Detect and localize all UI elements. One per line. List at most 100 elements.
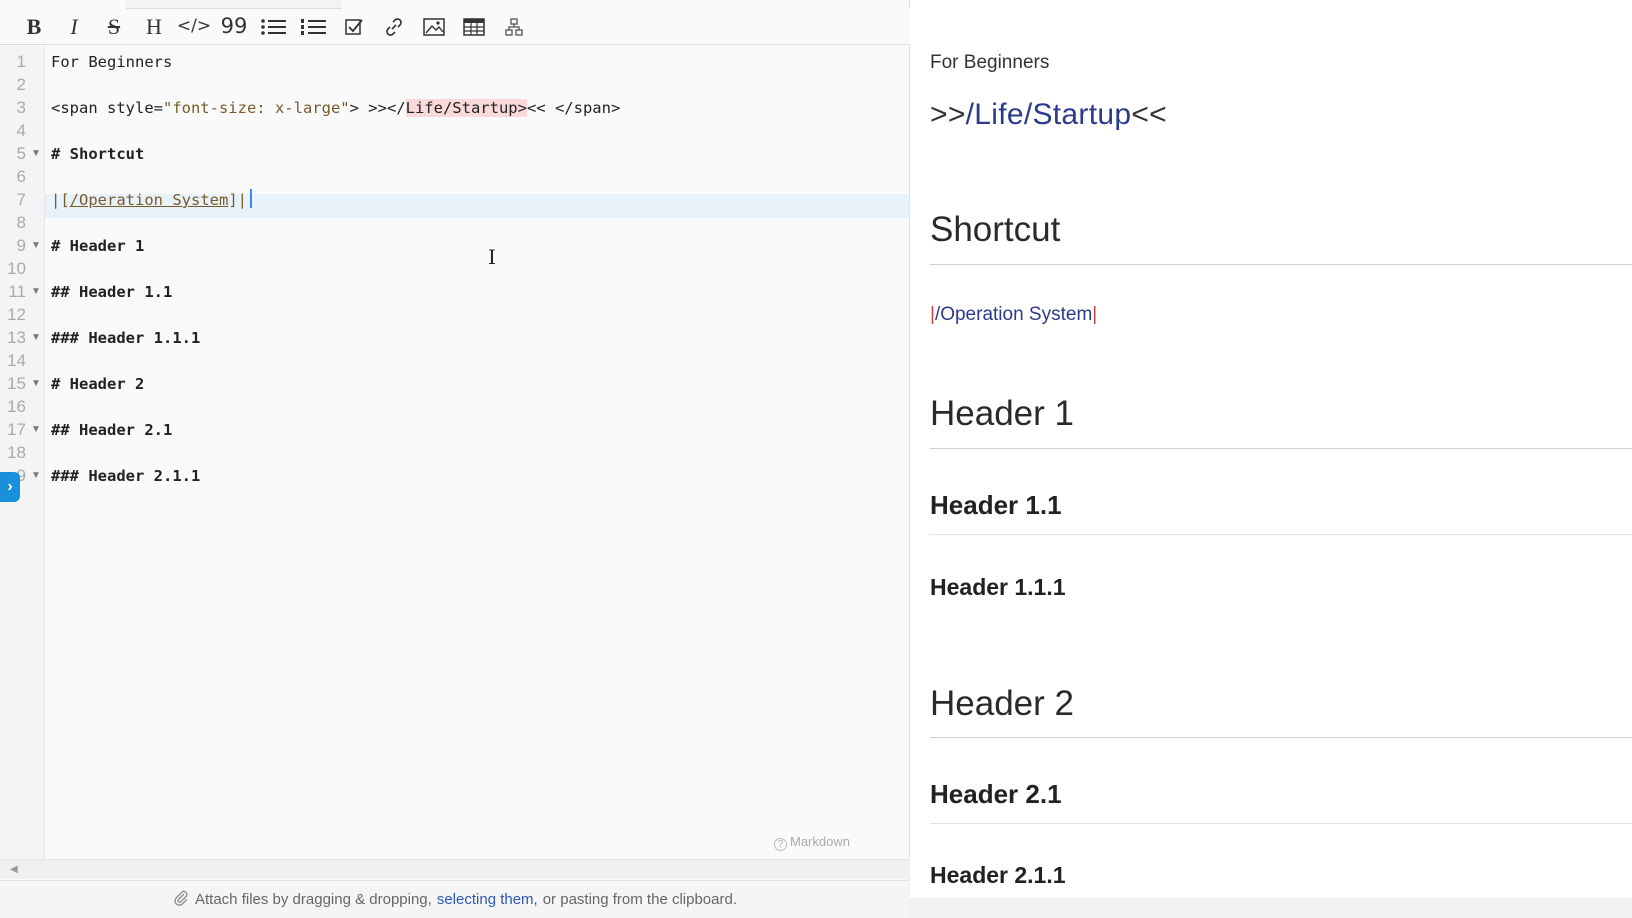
quote-button[interactable]: 99 bbox=[214, 12, 254, 42]
preview-heading-2-1: Header 2.1 bbox=[930, 779, 1062, 809]
bullet-list-button[interactable] bbox=[254, 12, 294, 42]
text-caret bbox=[249, 189, 252, 208]
select-files-link[interactable]: selecting them, bbox=[437, 891, 538, 908]
task-list-button[interactable] bbox=[334, 12, 374, 42]
italic-icon: I bbox=[70, 13, 78, 39]
image-button[interactable] bbox=[414, 12, 454, 42]
heading-rule bbox=[930, 737, 1632, 738]
line-number: 17 bbox=[7, 420, 26, 439]
diagram-button[interactable] bbox=[494, 12, 534, 42]
chevron-right-icon: › bbox=[7, 478, 13, 495]
fold-arrow-icon[interactable]: ▼ bbox=[31, 372, 41, 396]
heading-rule bbox=[930, 823, 1632, 824]
line-number-gutter: 1 2 3 4 5 ▼ 6 7 8 9 ▼ 10 11 ▼ 12 13 ▼ 14… bbox=[0, 46, 45, 859]
heading-rule bbox=[930, 534, 1632, 535]
line-number: 3 bbox=[16, 98, 26, 117]
sidebar-toggle-button[interactable]: › bbox=[0, 472, 20, 502]
code-line: ### Header 2.1.1 bbox=[51, 467, 201, 485]
table-icon bbox=[463, 17, 485, 36]
line-number: 8 bbox=[16, 213, 26, 232]
checkbox-icon bbox=[345, 18, 363, 35]
preview-paragraph: For Beginners bbox=[930, 52, 1050, 73]
code-line: For Beginners bbox=[51, 53, 173, 71]
editor-toolbar: B I S H </> 99 bbox=[0, 9, 910, 45]
line-number: 18 bbox=[7, 443, 26, 462]
diagram-icon bbox=[505, 17, 523, 36]
link-icon bbox=[386, 17, 402, 36]
link-button[interactable] bbox=[374, 12, 414, 42]
preview-heading-1-1-1: Header 1.1.1 bbox=[930, 574, 1066, 600]
preview-link-paragraph: |/Operation System| bbox=[930, 304, 1098, 325]
paperclip-icon bbox=[173, 890, 189, 910]
table-button[interactable] bbox=[454, 12, 494, 42]
markdown-editor[interactable]: For Beginners <span style="font-size: x-… bbox=[45, 46, 909, 859]
fold-arrow-icon[interactable]: ▼ bbox=[31, 326, 41, 350]
preview-heading-shortcut: Shortcut bbox=[930, 210, 1061, 249]
horizontal-scrollbar[interactable]: ◀ bbox=[0, 859, 910, 879]
fold-arrow-icon[interactable]: ▼ bbox=[31, 280, 41, 304]
code-line: ## Header 2.1 bbox=[51, 421, 173, 439]
heading-icon: H bbox=[146, 13, 162, 39]
preview-heading-2: Header 2 bbox=[930, 684, 1074, 723]
bold-icon: B bbox=[26, 13, 42, 39]
line-number: 7 bbox=[16, 190, 26, 209]
line-number: 16 bbox=[7, 397, 26, 416]
editor-pane: B I S H </> 99 1 2 3 4 5 ▼ 6 7 8 9 ▼ 10 … bbox=[0, 0, 910, 918]
attach-hint-suffix: or pasting from the clipboard. bbox=[542, 891, 737, 908]
startup-link[interactable]: /Life/Startup bbox=[966, 98, 1132, 131]
image-icon bbox=[423, 17, 445, 36]
top-tab[interactable] bbox=[126, 0, 342, 9]
line-number: 6 bbox=[16, 167, 26, 186]
strikethrough-button[interactable]: S bbox=[94, 12, 134, 42]
preview-heading-1: Header 1 bbox=[930, 394, 1074, 433]
scroll-left-icon[interactable]: ◀ bbox=[10, 864, 18, 875]
line-number: 14 bbox=[7, 351, 26, 370]
attach-files-bar: Attach files by dragging & dropping, sel… bbox=[0, 880, 910, 918]
preview-large-link: >>/Life/Startup<< bbox=[930, 98, 1167, 131]
code-line: <span style="font-size: x-large"> >></Li… bbox=[51, 99, 621, 117]
code-icon: </> bbox=[176, 16, 212, 36]
preview-pane: For Beginners >>/Life/Startup<< Shortcut… bbox=[910, 0, 1632, 918]
quote-icon: 99 bbox=[220, 14, 248, 38]
code-line: # Header 1 bbox=[51, 237, 145, 255]
strikethrough-icon: S bbox=[107, 13, 121, 39]
line-number: 15 bbox=[7, 374, 26, 393]
line-number: 4 bbox=[16, 121, 26, 140]
fold-arrow-icon[interactable]: ▼ bbox=[31, 142, 41, 166]
line-number: 5 bbox=[16, 144, 26, 163]
fold-arrow-icon[interactable]: ▼ bbox=[31, 234, 41, 258]
attach-hint-text: Attach files by dragging & dropping, bbox=[195, 891, 432, 908]
numbered-list-icon bbox=[301, 18, 326, 35]
ibeam-cursor-icon: I bbox=[488, 245, 496, 269]
code-line: ## Header 1.1 bbox=[51, 283, 173, 301]
wiki-link[interactable]: /Operation System bbox=[70, 191, 229, 209]
editor-mode-label[interactable]: ? Markdown bbox=[774, 834, 850, 851]
preview-bottom-edge bbox=[910, 898, 1632, 918]
italic-button[interactable]: I bbox=[54, 12, 94, 42]
code-button[interactable]: </> bbox=[174, 12, 214, 42]
line-number: 1 bbox=[16, 52, 26, 71]
fold-arrow-icon[interactable]: ▼ bbox=[31, 418, 41, 442]
line-number: 11 bbox=[8, 282, 26, 301]
line-number: 10 bbox=[7, 259, 26, 278]
code-line: ### Header 1.1.1 bbox=[51, 329, 201, 347]
preview-heading-1-1: Header 1.1 bbox=[930, 490, 1062, 520]
line-number: 2 bbox=[16, 75, 26, 94]
highlighted-link-text: Life/Startup> bbox=[405, 99, 527, 117]
code-line: |[/Operation System]| bbox=[51, 188, 252, 212]
line-number: 12 bbox=[7, 305, 26, 324]
code-line: # Header 2 bbox=[51, 375, 145, 393]
preview-heading-2-1-1: Header 2.1.1 bbox=[930, 862, 1066, 888]
bullet-list-icon bbox=[261, 18, 286, 35]
code-line: # Shortcut bbox=[51, 145, 145, 163]
line-number: 13 bbox=[7, 328, 26, 347]
help-icon: ? bbox=[774, 838, 787, 851]
heading-rule bbox=[930, 448, 1632, 449]
fold-arrow-icon[interactable]: ▼ bbox=[31, 464, 41, 488]
line-number: 9 bbox=[16, 236, 26, 255]
bold-button[interactable]: B bbox=[14, 12, 54, 42]
heading-rule bbox=[930, 264, 1632, 265]
operation-system-link[interactable]: /Operation System bbox=[935, 304, 1092, 325]
numbered-list-button[interactable] bbox=[294, 12, 334, 42]
heading-button[interactable]: H bbox=[134, 12, 174, 42]
